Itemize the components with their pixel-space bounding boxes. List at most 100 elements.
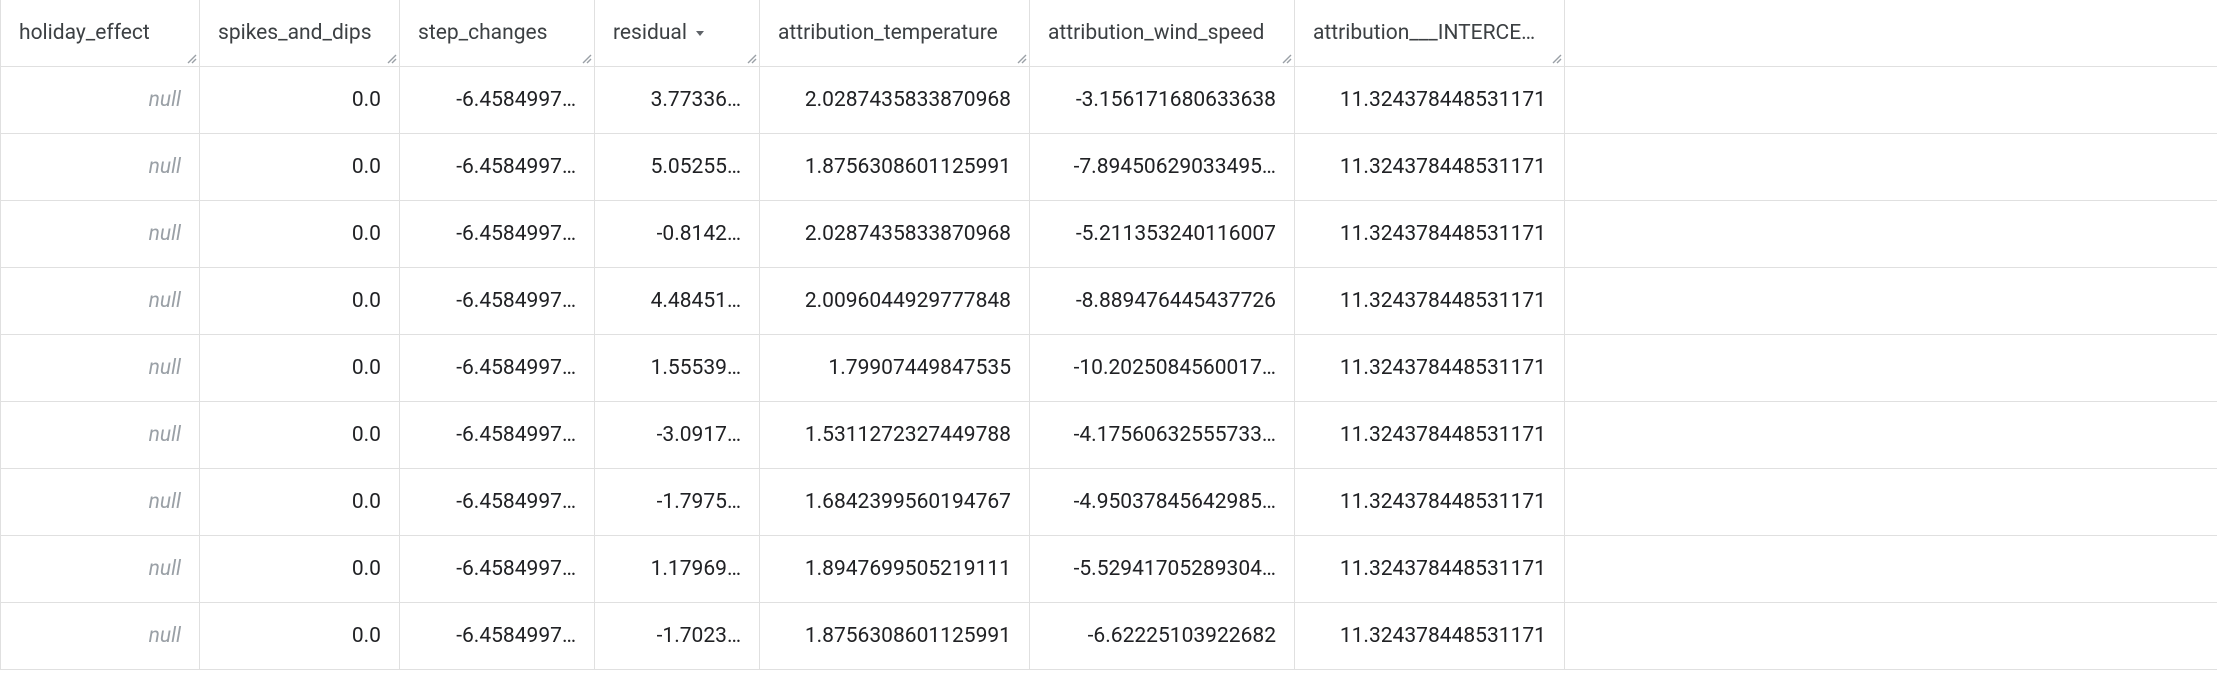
cell-spikes_and_dips: 0.0 xyxy=(200,603,400,669)
cell-attribution_wind_speed: -3.156171680633638 xyxy=(1030,67,1295,133)
cell-attribution___INTERCEPT: 11.324378448531171 xyxy=(1295,201,1565,267)
null-value: null xyxy=(149,88,181,112)
cell-attribution___INTERCEPT: 11.324378448531171 xyxy=(1295,402,1565,468)
table-row[interactable]: null 0.0-6.4584997…4.48451…2.009604492977… xyxy=(0,268,2217,335)
cell-attribution_temperature: 1.8947699505219111 xyxy=(760,536,1030,602)
cell-holiday_effect: null xyxy=(0,536,200,602)
resize-handle-icon[interactable] xyxy=(580,52,594,66)
table-row[interactable]: null 0.0-6.4584997…-3.0917…1.531127232744… xyxy=(0,402,2217,469)
null-value: null xyxy=(149,289,181,313)
resize-handle-icon[interactable] xyxy=(745,52,759,66)
data-table: holiday_effect spikes_and_dips step_chan… xyxy=(0,0,2217,670)
cell-residual: -1.7023… xyxy=(595,603,760,669)
cell-spikes_and_dips: 0.0 xyxy=(200,402,400,468)
cell-holiday_effect: null xyxy=(0,201,200,267)
column-label: residual xyxy=(613,21,687,45)
cell-residual: -0.8142… xyxy=(595,201,760,267)
cell-step_changes: -6.4584997… xyxy=(400,536,595,602)
cell-holiday_effect: null xyxy=(0,67,200,133)
cell-attribution_wind_speed: -5.52941705289304… xyxy=(1030,536,1295,602)
table-header-row: holiday_effect spikes_and_dips step_chan… xyxy=(0,0,2217,67)
cell-step_changes: -6.4584997… xyxy=(400,603,595,669)
column-header-holiday-effect[interactable]: holiday_effect xyxy=(0,0,200,66)
cell-attribution_wind_speed: -7.89450629033495… xyxy=(1030,134,1295,200)
cell-holiday_effect: null xyxy=(0,335,200,401)
column-label: step_changes xyxy=(418,21,547,45)
cell-attribution___INTERCEPT: 11.324378448531171 xyxy=(1295,134,1565,200)
cell-spikes_and_dips: 0.0 xyxy=(200,335,400,401)
cell-residual: 4.48451… xyxy=(595,268,760,334)
column-header-step-changes[interactable]: step_changes xyxy=(400,0,595,66)
table-row[interactable]: null0.0-6.4584997…-1.7023…1.875630860112… xyxy=(0,603,2217,670)
cell-holiday_effect: null xyxy=(0,134,200,200)
cell-attribution___INTERCEPT: 11.324378448531171 xyxy=(1295,536,1565,602)
resize-handle-icon[interactable] xyxy=(1280,52,1294,66)
cell-spikes_and_dips: 0.0 xyxy=(200,536,400,602)
cell-attribution_temperature: 2.0096044929777848 xyxy=(760,268,1030,334)
null-value: null xyxy=(149,624,181,648)
cell-attribution_temperature: 1.8756308601125991 xyxy=(760,134,1030,200)
cell-step_changes: -6.4584997… xyxy=(400,268,595,334)
cell-step_changes: -6.4584997… xyxy=(400,335,595,401)
cell-attribution_wind_speed: -8.889476445437726 xyxy=(1030,268,1295,334)
cell-attribution_wind_speed: -4.95037845642985… xyxy=(1030,469,1295,535)
resize-handle-icon[interactable] xyxy=(385,52,399,66)
cell-holiday_effect: null xyxy=(0,603,200,669)
sort-desc-icon[interactable] xyxy=(693,26,707,40)
cell-spikes_and_dips: 0.0 xyxy=(200,67,400,133)
column-header-attribution-temperature[interactable]: attribution_temperature xyxy=(760,0,1030,66)
column-header-residual[interactable]: residual xyxy=(595,0,760,66)
column-label: spikes_and_dips xyxy=(218,21,372,45)
cell-holiday_effect: null xyxy=(0,402,200,468)
cell-residual: -3.0917… xyxy=(595,402,760,468)
cell-attribution_temperature: 1.79907449847535 xyxy=(760,335,1030,401)
cell-step_changes: -6.4584997… xyxy=(400,67,595,133)
column-label: holiday_effect xyxy=(19,21,150,45)
cell-attribution_temperature: 1.5311272327449788 xyxy=(760,402,1030,468)
cell-attribution___INTERCEPT: 11.324378448531171 xyxy=(1295,67,1565,133)
null-value: null xyxy=(149,423,181,447)
cell-spikes_and_dips: 0.0 xyxy=(200,134,400,200)
cell-holiday_effect: null xyxy=(0,469,200,535)
cell-attribution_wind_speed: -5.211353240116007 xyxy=(1030,201,1295,267)
table-row[interactable]: null 0.0-6.4584997…3.77336…2.028743583387… xyxy=(0,67,2217,134)
cell-step_changes: -6.4584997… xyxy=(400,134,595,200)
table-row[interactable]: null0.0-6.4584997…-0.8142…2.028743583387… xyxy=(0,201,2217,268)
table-row[interactable]: null 0.0-6.4584997…5.05255…1.875630860112… xyxy=(0,134,2217,201)
column-label: attribution___INTERCEPT xyxy=(1313,21,1546,45)
cell-attribution_temperature: 2.0287435833870968 xyxy=(760,67,1030,133)
column-header-attribution-wind-speed[interactable]: attribution_wind_speed xyxy=(1030,0,1295,66)
column-label: attribution_temperature xyxy=(778,21,998,45)
column-header-attribution-intercept[interactable]: attribution___INTERCEPT xyxy=(1295,0,1565,66)
cell-residual: 1.55539… xyxy=(595,335,760,401)
resize-handle-icon[interactable] xyxy=(185,52,199,66)
null-value: null xyxy=(149,155,181,179)
cell-spikes_and_dips: 0.0 xyxy=(200,201,400,267)
null-value: null xyxy=(149,490,181,514)
cell-residual: 1.17969… xyxy=(595,536,760,602)
cell-attribution_wind_speed: -10.2025084560017… xyxy=(1030,335,1295,401)
cell-holiday_effect: null xyxy=(0,268,200,334)
table-row[interactable]: null 0.0-6.4584997…1.55539…1.799074498475… xyxy=(0,335,2217,402)
cell-spikes_and_dips: 0.0 xyxy=(200,268,400,334)
resize-handle-icon[interactable] xyxy=(1550,52,1564,66)
cell-residual: 5.05255… xyxy=(595,134,760,200)
null-value: null xyxy=(149,356,181,380)
table-body: null0.0-6.4584997…3.77336…2.028743583387… xyxy=(0,67,2217,670)
cell-attribution_temperature: 1.6842399560194767 xyxy=(760,469,1030,535)
column-header-spikes-and-dips[interactable]: spikes_and_dips xyxy=(200,0,400,66)
cell-attribution___INTERCEPT: 11.324378448531171 xyxy=(1295,469,1565,535)
resize-handle-icon[interactable] xyxy=(1015,52,1029,66)
cell-attribution___INTERCEPT: 11.324378448531171 xyxy=(1295,335,1565,401)
null-value: null xyxy=(149,557,181,581)
cell-attribution_wind_speed: -4.17560632555733… xyxy=(1030,402,1295,468)
table-row[interactable]: null0.0-6.4584997…-1.7975…1.684239956019… xyxy=(0,469,2217,536)
cell-step_changes: -6.4584997… xyxy=(400,402,595,468)
cell-residual: 3.77336… xyxy=(595,67,760,133)
table-row[interactable]: null 0.0-6.4584997…1.17969…1.894769950521… xyxy=(0,536,2217,603)
cell-attribution_temperature: 2.0287435833870968 xyxy=(760,201,1030,267)
cell-attribution___INTERCEPT: 11.324378448531171 xyxy=(1295,603,1565,669)
cell-attribution___INTERCEPT: 11.324378448531171 xyxy=(1295,268,1565,334)
cell-residual: -1.7975… xyxy=(595,469,760,535)
cell-step_changes: -6.4584997… xyxy=(400,469,595,535)
